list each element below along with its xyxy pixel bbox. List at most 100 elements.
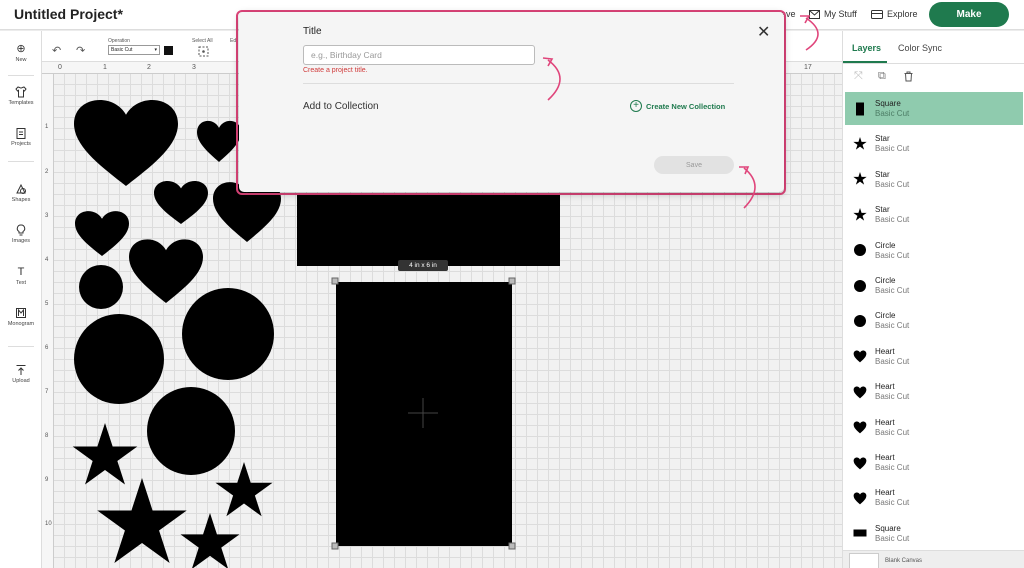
size-tag: 4 in x 6 in: [398, 260, 448, 271]
tab-layers[interactable]: Layers: [852, 43, 881, 53]
card-icon: [871, 9, 883, 19]
rectangle-shape[interactable]: [297, 193, 560, 266]
heart-shape[interactable]: [154, 180, 208, 224]
layer-name: Star: [875, 169, 890, 179]
layer-item[interactable]: Star Basic Cut: [845, 198, 1023, 231]
layer-thumbnail: [845, 420, 875, 434]
star-shape[interactable]: [97, 478, 187, 564]
layer-thumbnail: [845, 491, 875, 505]
star-shape[interactable]: [72, 423, 138, 485]
duplicate-icon[interactable]: ⧉: [878, 70, 886, 83]
layer-operation: Basic Cut: [875, 109, 910, 118]
layer-item[interactable]: Star Basic Cut: [845, 127, 1023, 160]
star-shape[interactable]: [215, 462, 273, 517]
layer-item[interactable]: Circle Basic Cut: [845, 234, 1023, 267]
trash-icon[interactable]: [903, 71, 914, 82]
layer-operation: Basic Cut: [875, 286, 910, 295]
layer-text: Circle Basic Cut: [875, 241, 909, 260]
explore-label: Explore: [887, 9, 918, 19]
layer-item[interactable]: Heart Basic Cut: [845, 375, 1023, 408]
layer-text: Heart Basic Cut: [875, 382, 909, 401]
star-icon: [853, 136, 867, 150]
star-icon: [853, 172, 867, 185]
title-input[interactable]: [303, 45, 535, 65]
layer-name: Circle: [875, 240, 896, 250]
layer-thumbnail: [845, 207, 875, 222]
layer-item[interactable]: Square Basic Cut: [845, 92, 1023, 125]
layer-item[interactable]: Circle Basic Cut: [845, 304, 1023, 337]
circle-shape[interactable]: [74, 314, 164, 404]
layer-item[interactable]: Heart Basic Cut: [845, 446, 1023, 479]
layer-name: Heart: [875, 453, 895, 462]
layer-thumbnail: [845, 349, 875, 363]
circle-shape[interactable]: [147, 387, 235, 475]
layer-item[interactable]: Heart Basic Cut: [845, 340, 1023, 373]
heart-shape[interactable]: [129, 239, 203, 303]
layer-item[interactable]: Star Basic Cut: [845, 163, 1023, 196]
resize-handle[interactable]: [508, 542, 516, 550]
circle-shape[interactable]: [79, 265, 123, 309]
resize-handle[interactable]: [331, 542, 339, 550]
blank-canvas-label: Blank Canvas: [885, 558, 923, 564]
heart-icon: [853, 421, 867, 434]
circle-shape[interactable]: [182, 288, 274, 380]
create-new-collection-label: Create New Collection: [646, 101, 726, 111]
group-icon[interactable]: ⤧: [854, 70, 863, 83]
star-shape[interactable]: [180, 513, 240, 568]
make-button[interactable]: Make: [929, 2, 1009, 27]
circle-icon: [854, 314, 866, 327]
layer-text: Star Basic Cut: [875, 134, 909, 153]
selected-square-shape[interactable]: [336, 282, 512, 546]
resize-handle[interactable]: [508, 277, 516, 285]
layer-text: Circle Basic Cut: [875, 311, 909, 330]
layer-text: Square Basic Cut: [875, 99, 909, 118]
layers-panel: Layers Color Sync ⤧ ⧉ Square Basic Cut Sta…: [842, 31, 1024, 568]
blank-canvas-row[interactable]: Blank Canvas: [843, 550, 1024, 568]
layer-thumbnail: [845, 136, 875, 151]
layer-operation: Basic Cut: [875, 498, 910, 508]
layer-item[interactable]: Heart Basic Cut: [845, 411, 1023, 444]
layer-name: Heart: [875, 488, 895, 498]
layer-text: Square Basic Cut: [875, 524, 909, 543]
layer-item[interactable]: Heart Basic Cut: [845, 481, 1023, 514]
close-icon[interactable]: ✕: [757, 25, 770, 41]
tab-color-sync[interactable]: Color Sync: [898, 43, 942, 53]
canvas-thumbnail: [849, 553, 879, 568]
create-new-collection-button[interactable]: + Create New Collection: [630, 100, 725, 112]
layer-text: Heart Basic Cut: [875, 347, 909, 366]
layer-text: Star Basic Cut: [875, 170, 909, 189]
layer-thumbnail: [845, 314, 875, 328]
layer-name: Circle: [875, 276, 896, 285]
layer-operation: Basic Cut: [875, 144, 910, 154]
explore-link[interactable]: Explore: [871, 9, 918, 19]
resize-handle[interactable]: [331, 277, 339, 285]
save-button[interactable]: Save: [654, 156, 734, 174]
plus-circle-icon: +: [630, 100, 642, 112]
layer-name: Heart: [875, 382, 895, 392]
dialog-divider: [303, 83, 734, 84]
layer-text: Heart Basic Cut: [875, 453, 909, 472]
layer-text: Heart Basic Cut: [875, 418, 909, 437]
heart-icon: [853, 386, 867, 399]
title-label: Title: [303, 26, 322, 37]
heart-shape[interactable]: [197, 120, 241, 162]
layer-operation: Basic Cut: [875, 250, 910, 260]
heart-shape[interactable]: [75, 211, 129, 256]
heart-shape[interactable]: [74, 99, 178, 186]
layer-thumbnail: [845, 279, 875, 293]
layer-thumbnail: [845, 385, 875, 399]
layer-name: Square: [875, 99, 901, 108]
layer-item[interactable]: Circle Basic Cut: [845, 269, 1023, 302]
save-project-dialog: Title Create a project title. Add to Col…: [239, 12, 784, 192]
layer-text: Heart Basic Cut: [875, 488, 909, 507]
layer-thumbnail: [845, 102, 875, 116]
layer-name: Star: [875, 134, 890, 144]
layer-operation: Basic Cut: [875, 179, 910, 189]
layer-operation: Basic Cut: [875, 392, 910, 402]
layer-operation: Basic Cut: [875, 533, 910, 543]
layer-name: Heart: [875, 417, 895, 427]
layer-operation: Basic Cut: [875, 427, 910, 437]
layer-item[interactable]: Square Basic Cut: [845, 517, 1023, 550]
layer-name: Heart: [875, 346, 895, 356]
layer-text: Circle Basic Cut: [875, 276, 909, 295]
